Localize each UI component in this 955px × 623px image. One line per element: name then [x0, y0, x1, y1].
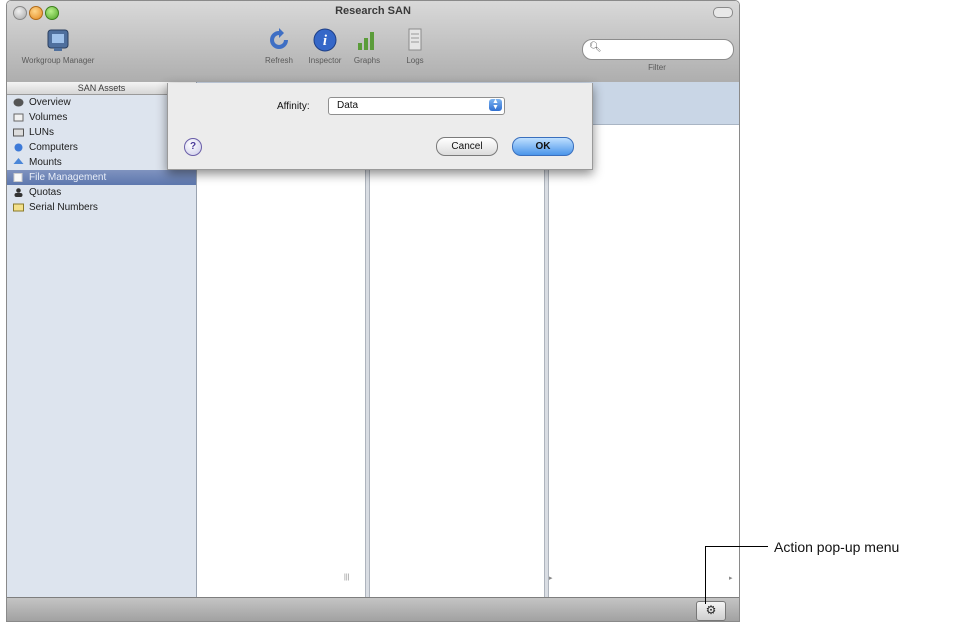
scroll-arrow-icon[interactable]: ▸ [549, 574, 553, 582]
computers-icon [14, 143, 23, 152]
serial-numbers-icon [13, 203, 24, 212]
sidebar-item-label: Serial Numbers [29, 202, 98, 213]
overview-icon [13, 98, 24, 107]
cancel-button[interactable]: Cancel [436, 137, 498, 156]
toolbar-label: Workgroup Manager [21, 56, 95, 65]
file-management-icon [13, 173, 23, 182]
window-title: Research SAN [335, 5, 411, 17]
title-bar: Research SAN Workgroup Manager Refresh i [7, 1, 739, 92]
refresh-icon [270, 28, 288, 49]
graphs-icon [358, 32, 374, 50]
toolbar-workgroup-manager[interactable]: Workgroup Manager [13, 27, 103, 65]
popup-arrows-icon: ▲ ▼ [489, 98, 502, 111]
sidebar-item-label: File Management [29, 172, 107, 183]
ok-button[interactable]: OK [512, 137, 574, 156]
sidebar-item-label: Quotas [29, 187, 62, 198]
callout-line [705, 546, 768, 547]
luns-icon [13, 128, 24, 137]
scroll-arrow-icon[interactable]: ▸ [729, 574, 733, 582]
volumes-icon [13, 113, 24, 122]
scroll-arrow-icon[interactable]: ||| [344, 574, 349, 581]
action-popup-menu-button[interactable]: ⚙ [696, 601, 726, 621]
sidebar-item-file-management[interactable]: File Management [7, 170, 196, 185]
affinity-value: Data [337, 100, 359, 111]
gear-icon: ⚙ [705, 603, 717, 617]
toolbar-refresh[interactable]: Refresh [259, 27, 299, 65]
toolbar-label: Logs [406, 56, 424, 65]
bottom-bar [7, 597, 739, 621]
sidebar-item-label: Computers [29, 142, 78, 153]
sidebar-item-label: LUNs [29, 127, 55, 138]
column-divider[interactable] [544, 124, 549, 597]
quotas-icon [14, 188, 23, 197]
sidebar-item-label: Overview [29, 97, 71, 108]
sidebar-item-quotas[interactable]: Quotas [7, 185, 196, 200]
search-icon: 🔍︎ [589, 42, 602, 53]
filter-search-field[interactable]: 🔍︎ [582, 39, 734, 60]
sidebar-item-serial-numbers[interactable]: Serial Numbers [7, 200, 196, 215]
affinity-label: Affinity: [277, 101, 310, 112]
toolbar-label: Graphs [353, 56, 381, 65]
main-window: Research SAN Workgroup Manager Refresh i [6, 0, 740, 622]
column-divider[interactable] [365, 124, 370, 597]
toolbar-toggle-button[interactable] [713, 7, 733, 18]
logs-icon [408, 28, 422, 51]
toolbar-label: Inspector [308, 56, 342, 65]
toolbar-label: Refresh [264, 56, 293, 65]
filter-label: Filter [648, 63, 666, 72]
mounts-icon [13, 158, 24, 164]
affinity-popup[interactable]: Data ▲ ▼ [328, 97, 505, 115]
toolbar-logs[interactable]: Logs [399, 27, 431, 65]
help-button[interactable]: ? [184, 138, 202, 156]
toolbar-graphs[interactable]: Graphs [347, 27, 387, 65]
toolbar-inspector[interactable]: i Inspector [303, 27, 347, 65]
sidebar-item-label: Mounts [29, 157, 62, 168]
workgroup-manager-icon [47, 29, 69, 51]
callout-line [705, 546, 706, 604]
sidebar-item-label: Volumes [29, 112, 68, 123]
inspector-icon: i [313, 28, 337, 52]
affinity-sheet: Affinity: Data ▲ ▼ ? Cancel OK [167, 83, 593, 170]
callout-label: Action pop-up menu [774, 539, 900, 555]
